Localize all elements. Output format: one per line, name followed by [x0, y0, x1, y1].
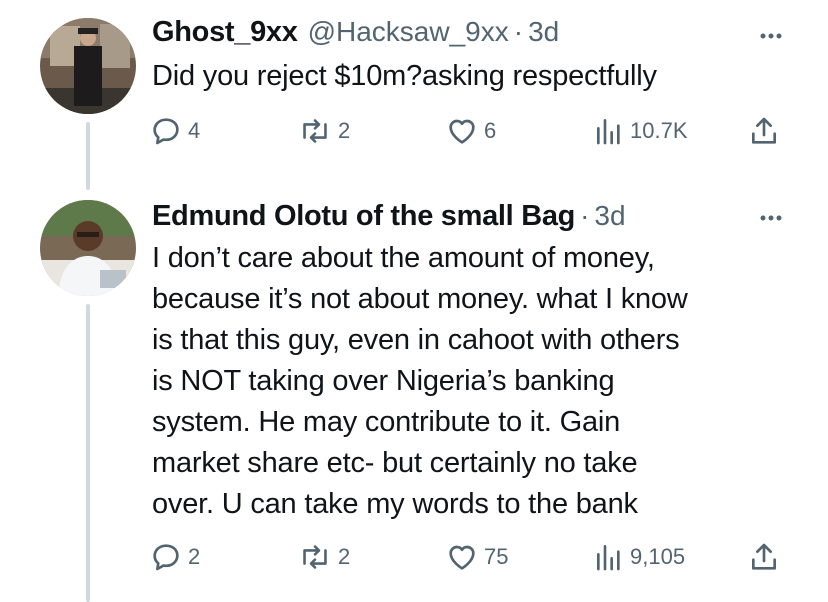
share-icon — [752, 117, 776, 144]
repost-icon — [303, 119, 327, 143]
tweet-text-line: I don’t care about the amount of money, — [152, 242, 655, 274]
separator-dot: · — [513, 16, 524, 47]
tweet-text-line: system. He may contribute to it. Gain — [152, 406, 621, 438]
repost-button[interactable]: 2 — [298, 540, 350, 574]
share-icon — [752, 543, 776, 570]
avatar[interactable] — [40, 18, 136, 114]
tweet[interactable]: Edmund Olotu of the small Bag · 3d I don… — [0, 190, 828, 602]
views-button[interactable]: 10.7K — [594, 114, 688, 148]
like-count: 6 — [484, 118, 497, 143]
tweet-text-line: over. U can take my words to the bank — [152, 488, 638, 520]
avatar[interactable] — [40, 200, 136, 296]
tweet-text-line: Did you reject $10m?asking respectfully — [152, 60, 657, 92]
repost-count: 2 — [338, 118, 351, 143]
author-name[interactable]: Edmund Olotu of the small Bag — [152, 200, 575, 233]
tweet-actions: 4 2 6 10.7K — [150, 114, 790, 148]
share-button[interactable] — [748, 540, 780, 574]
reply-button[interactable]: 4 — [150, 114, 200, 148]
tweet[interactable]: Ghost_9xx @Hacksaw_9xx · 3d Did you reje… — [0, 0, 828, 190]
like-count: 75 — [484, 544, 509, 569]
reply-button[interactable]: 2 — [150, 540, 200, 574]
tweet-text-line: is NOT taking over Nigeria’s banking — [152, 365, 615, 397]
views-icon — [597, 119, 620, 145]
repost-button[interactable]: 2 — [298, 114, 350, 148]
reply-icon — [153, 118, 179, 145]
tweet-actions: 2 2 75 9,105 — [150, 540, 790, 574]
views-icon — [597, 545, 620, 571]
tweet-header: Ghost_9xx @Hacksaw_9xx · 3d — [152, 16, 559, 49]
tweet-text-line: because it’s not about money. what I kno… — [152, 283, 688, 315]
separator-dot: · — [580, 200, 590, 231]
like-button[interactable]: 75 — [446, 540, 508, 574]
like-button[interactable]: 6 — [446, 114, 496, 148]
share-button[interactable] — [748, 114, 780, 148]
like-icon — [449, 119, 475, 144]
views-count: 9,105 — [630, 544, 686, 569]
more-icon[interactable] — [754, 26, 788, 46]
reply-count: 4 — [188, 118, 201, 143]
author-name[interactable]: Ghost_9xx — [152, 16, 298, 49]
repost-icon — [303, 545, 327, 569]
timestamp[interactable]: 3d — [528, 16, 559, 48]
tweet-text-line: market share etc- but certainly no take — [152, 447, 638, 479]
reply-icon — [153, 544, 179, 571]
timestamp[interactable]: 3d — [594, 200, 625, 232]
tweet-text: Did you reject $10m?asking respectfully — [152, 56, 792, 97]
tweet-header: Edmund Olotu of the small Bag · 3d — [152, 200, 626, 233]
views-button[interactable]: 9,105 — [594, 540, 685, 574]
reply-count: 2 — [188, 544, 201, 569]
tweet-text-line: is that this guy, even in cahoot with ot… — [152, 324, 680, 356]
more-icon[interactable] — [754, 208, 788, 228]
like-icon — [449, 545, 475, 570]
views-count: 10.7K — [630, 118, 688, 143]
tweet-text: I don’t care about the amount of money, … — [152, 238, 792, 525]
author-handle[interactable]: @Hacksaw_9xx — [308, 16, 509, 48]
repost-count: 2 — [338, 544, 351, 569]
